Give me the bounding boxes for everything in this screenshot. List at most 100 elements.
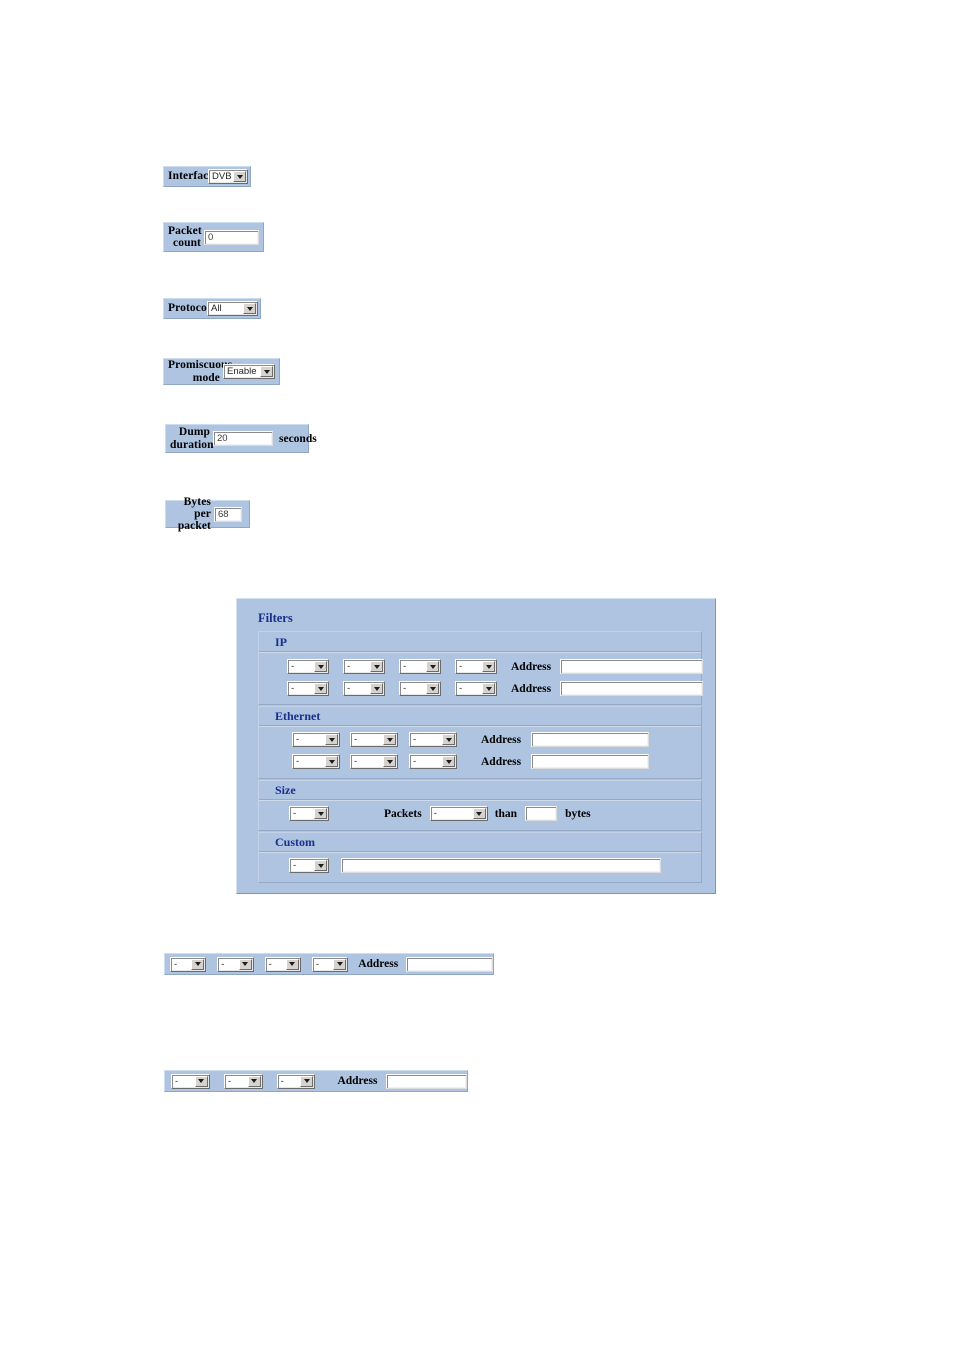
standalone-eth-select-2[interactable]: - xyxy=(223,1073,263,1089)
custom-filter-row: - xyxy=(289,858,661,873)
chevron-down-icon xyxy=(325,756,338,767)
size-than-label: than xyxy=(494,807,518,820)
chevron-down-icon xyxy=(426,661,439,672)
eth-row-1-select-1[interactable]: - xyxy=(292,732,340,747)
size-section-title: Size xyxy=(275,783,296,797)
standalone-eth-select-1[interactable]: - xyxy=(171,1073,210,1089)
dump-duration-input[interactable]: 20 xyxy=(213,431,273,446)
ip-row-1-select-1[interactable]: - xyxy=(287,659,329,674)
standalone-ip-select-4-value: - xyxy=(315,958,320,970)
promiscuous-mode-select-value: Enable xyxy=(227,366,257,377)
size-section-divider xyxy=(259,799,701,801)
eth-row-1-select-2[interactable]: - xyxy=(350,732,398,747)
chevron-down-icon xyxy=(426,683,439,694)
filters-panel: Filters IP - - - - Address - - - - Addre… xyxy=(236,598,716,894)
standalone-ip-address-input[interactable] xyxy=(406,956,493,972)
form-row-interface: Interface DVB xyxy=(163,166,251,187)
form-row-promiscuous-mode: Promiscuous mode Enable xyxy=(163,358,280,385)
interface-select[interactable]: DVB xyxy=(208,169,248,184)
ip-filter-row: - - - - Address xyxy=(287,659,704,674)
eth-row-2-address-label: Address xyxy=(481,755,522,768)
chevron-down-icon xyxy=(191,958,205,970)
size-mode-select[interactable]: - xyxy=(289,806,329,821)
dump-duration-label: Dump duration xyxy=(170,426,214,451)
interface-select-value: DVB xyxy=(212,171,232,182)
filters-title: Filters xyxy=(258,611,293,625)
standalone-eth-address-label: Address xyxy=(337,1075,378,1087)
ip-row-1-address-input[interactable] xyxy=(560,659,704,674)
eth-row-1-select-1-value: - xyxy=(296,734,300,745)
standalone-ip-select-4[interactable]: - xyxy=(311,956,349,972)
ethernet-filter-row: - - - Address xyxy=(292,732,650,747)
ip-row-1-select-2-value: - xyxy=(347,661,351,672)
ip-row-1-select-3[interactable]: - xyxy=(399,659,441,674)
standalone-eth-address-input[interactable] xyxy=(385,1073,467,1089)
custom-section-divider xyxy=(259,851,701,853)
protocol-select[interactable]: All xyxy=(207,301,258,316)
chevron-down-icon xyxy=(370,683,383,694)
size-compare-select-value: - xyxy=(433,808,437,819)
standalone-ip-select-1-value: - xyxy=(174,958,178,970)
chevron-down-icon xyxy=(314,860,327,871)
ip-row-1-select-3-value: - xyxy=(403,661,407,672)
eth-row-2-select-1[interactable]: - xyxy=(292,754,340,769)
standalone-ip-select-1[interactable]: - xyxy=(170,956,207,972)
bytes-per-packet-label: Bytes per packet xyxy=(177,495,211,533)
chevron-down-icon xyxy=(260,366,273,377)
packet-count-input[interactable]: 0 xyxy=(204,229,259,245)
ethernet-section-title: Ethernet xyxy=(275,709,321,723)
eth-row-1-select-3[interactable]: - xyxy=(409,732,457,747)
size-bytes-label: bytes xyxy=(565,807,591,820)
ip-row-2-select-4[interactable]: - xyxy=(455,681,497,696)
ip-section-divider xyxy=(259,651,701,653)
custom-select[interactable]: - xyxy=(289,858,329,873)
bytes-per-packet-input[interactable]: 68 xyxy=(214,506,242,522)
standalone-eth-select-3[interactable]: - xyxy=(276,1073,316,1089)
ip-row-2-select-1[interactable]: - xyxy=(287,681,329,696)
ip-row-2-select-3-value: - xyxy=(403,683,407,694)
promiscuous-mode-select[interactable]: Enable xyxy=(223,364,275,379)
chevron-down-icon xyxy=(233,171,246,182)
ip-row-2-select-3[interactable]: - xyxy=(399,681,441,696)
ip-row-2-select-2[interactable]: - xyxy=(343,681,385,696)
ip-row-2-select-1-value: - xyxy=(291,683,295,694)
chevron-down-icon xyxy=(333,958,347,970)
custom-expression-input[interactable] xyxy=(341,858,661,873)
chevron-down-icon xyxy=(482,661,495,672)
ip-row-2-select-4-value: - xyxy=(459,683,463,694)
chevron-down-icon xyxy=(472,808,486,819)
chevron-down-icon xyxy=(238,958,252,970)
chevron-down-icon xyxy=(300,1075,314,1087)
eth-row-2-select-3-value: - xyxy=(413,756,417,767)
standalone-ip-filter-row: - - - - Address xyxy=(164,953,494,975)
packet-count-label: Packet count xyxy=(168,224,202,249)
eth-row-2-select-3[interactable]: - xyxy=(409,754,457,769)
eth-row-1-select-2-value: - xyxy=(354,734,358,745)
chevron-down-icon xyxy=(314,661,327,672)
dump-duration-unit: seconds xyxy=(279,432,317,445)
chevron-down-icon xyxy=(383,734,396,745)
ip-row-2-select-2-value: - xyxy=(347,683,351,694)
size-filter-row: - Packets - than bytes xyxy=(289,806,591,821)
eth-row-1-address-label: Address xyxy=(481,733,522,746)
eth-row-1-address-input[interactable] xyxy=(531,732,650,747)
standalone-ip-select-3[interactable]: - xyxy=(264,956,301,972)
standalone-ip-select-3-value: - xyxy=(268,958,272,970)
size-compare-select[interactable]: - xyxy=(429,806,488,821)
ip-row-2-address-input[interactable] xyxy=(560,681,704,696)
size-bytes-input[interactable] xyxy=(525,806,558,821)
eth-row-2-select-2-value: - xyxy=(354,756,358,767)
chevron-down-icon xyxy=(194,1075,208,1087)
ip-row-1-select-2[interactable]: - xyxy=(343,659,385,674)
standalone-eth-select-2-value: - xyxy=(227,1075,231,1087)
eth-row-2-select-1-value: - xyxy=(296,756,300,767)
ip-filter-row: - - - - Address xyxy=(287,681,704,696)
chevron-down-icon xyxy=(442,734,455,745)
standalone-ip-select-2-value: - xyxy=(221,958,225,970)
eth-row-2-address-input[interactable] xyxy=(531,754,650,769)
ip-row-1-select-4[interactable]: - xyxy=(455,659,497,674)
chevron-down-icon xyxy=(314,683,327,694)
custom-section-title: Custom xyxy=(275,835,316,849)
standalone-ip-select-2[interactable]: - xyxy=(217,956,254,972)
eth-row-2-select-2[interactable]: - xyxy=(350,754,398,769)
